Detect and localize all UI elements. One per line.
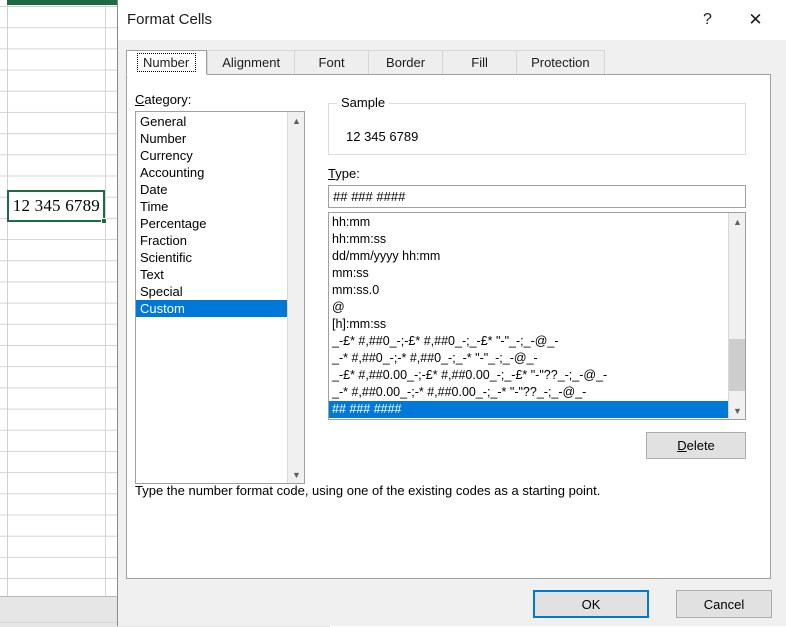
- list-item-selected[interactable]: ## ### ####: [329, 401, 729, 418]
- format-cells-dialog: Format Cells ? ✕ Number Alignment Font B…: [117, 0, 786, 626]
- selected-cell[interactable]: 12 345 6789: [7, 190, 105, 222]
- list-item[interactable]: Scientific: [136, 249, 288, 266]
- list-item[interactable]: _-£* #,##0_-;-£* #,##0_-;_-£* "-"_-;_-@_…: [329, 333, 729, 350]
- list-item[interactable]: Text: [136, 266, 288, 283]
- tab-font[interactable]: Font: [294, 50, 369, 75]
- list-item[interactable]: Date: [136, 181, 288, 198]
- chevron-down-icon[interactable]: ▼: [288, 466, 304, 483]
- tab-border[interactable]: Border: [368, 50, 443, 75]
- category-label-rest: ategory:: [144, 92, 192, 107]
- category-scrollbar[interactable]: ▲ ▼: [287, 112, 304, 483]
- list-item[interactable]: hh:mm: [329, 214, 729, 231]
- category-label-accel: C: [135, 92, 145, 107]
- category-list: General Number Currency Accounting Date …: [136, 112, 288, 317]
- type-listbox[interactable]: hh:mm hh:mm:ss dd/mm/yyyy hh:mm mm:ss mm…: [328, 212, 746, 420]
- list-item[interactable]: Accounting: [136, 164, 288, 181]
- list-item[interactable]: @: [329, 299, 729, 316]
- list-item[interactable]: dd/mm/yyyy hh:mm: [329, 248, 729, 265]
- chevron-up-icon[interactable]: ▲: [729, 213, 745, 230]
- list-item[interactable]: _-* #,##0.00_-;-* #,##0.00_-;_-* "-"??_-…: [329, 384, 729, 401]
- sample-value: 12 345 6789: [346, 129, 419, 144]
- list-item[interactable]: _-£* #,##0.00_-;-£* #,##0.00_-;_-£* "-"?…: [329, 367, 729, 384]
- category-listbox[interactable]: General Number Currency Accounting Date …: [135, 111, 305, 484]
- dialog-title-bar: Format Cells ? ✕: [118, 0, 786, 40]
- chevron-up-icon[interactable]: ▲: [288, 112, 304, 129]
- list-item[interactable]: _-* #,##0_-;-* #,##0_-;_-* "-"_-;_-@_-: [329, 350, 729, 367]
- list-item-selected[interactable]: Custom: [136, 300, 288, 317]
- chevron-down-icon[interactable]: ▼: [729, 402, 745, 419]
- list-item[interactable]: Time: [136, 198, 288, 215]
- fill-handle[interactable]: [101, 218, 107, 224]
- tab-number-label: Number: [137, 53, 197, 72]
- list-item[interactable]: Number: [136, 130, 288, 147]
- delete-button[interactable]: Delete: [646, 432, 746, 459]
- type-list: hh:mm hh:mm:ss dd/mm/yyyy hh:mm mm:ss mm…: [329, 213, 729, 418]
- type-label: Type:: [328, 166, 360, 181]
- list-item[interactable]: mm:ss.0: [329, 282, 729, 299]
- tab-alignment[interactable]: Alignment: [207, 50, 295, 75]
- list-item[interactable]: hh:mm:ss: [329, 231, 729, 248]
- list-item[interactable]: [h]:mm:ss: [329, 316, 729, 333]
- help-icon[interactable]: ?: [685, 0, 730, 40]
- scrollbar-thumb[interactable]: [729, 339, 745, 391]
- list-item[interactable]: Fraction: [136, 232, 288, 249]
- category-label: Category:: [135, 92, 191, 107]
- tab-strip: Number Alignment Font Border Fill Protec…: [126, 50, 605, 75]
- delete-button-accel: D: [677, 438, 687, 453]
- column-edge-line: [7, 0, 8, 596]
- tab-alignment-label: Alignment: [222, 55, 281, 70]
- ok-button[interactable]: OK: [533, 590, 649, 618]
- tab-fill-label: Fill: [471, 55, 488, 70]
- list-item[interactable]: Percentage: [136, 215, 288, 232]
- tab-number[interactable]: Number: [126, 50, 208, 75]
- type-label-rest: ype:: [335, 166, 360, 181]
- type-scrollbar[interactable]: ▲ ▼: [728, 213, 745, 419]
- close-icon[interactable]: ✕: [733, 0, 778, 40]
- format-hint-text: Type the number format code, using one o…: [135, 483, 601, 498]
- tab-font-label: Font: [318, 55, 345, 70]
- tab-protection-label: Protection: [531, 55, 590, 70]
- list-item[interactable]: mm:ss: [329, 265, 729, 282]
- list-item[interactable]: Currency: [136, 147, 288, 164]
- sample-legend: Sample: [337, 95, 390, 110]
- list-item[interactable]: Special: [136, 283, 288, 300]
- dialog-body: Number Alignment Font Border Fill Protec…: [118, 40, 786, 626]
- dialog-title: Format Cells: [127, 11, 213, 28]
- list-item[interactable]: General: [136, 113, 288, 130]
- tab-border-label: Border: [386, 55, 426, 70]
- tab-protection[interactable]: Protection: [516, 50, 605, 75]
- type-input[interactable]: [328, 185, 746, 208]
- delete-button-label: elete: [686, 438, 715, 453]
- cancel-button[interactable]: Cancel: [676, 590, 772, 618]
- tab-fill[interactable]: Fill: [442, 50, 517, 75]
